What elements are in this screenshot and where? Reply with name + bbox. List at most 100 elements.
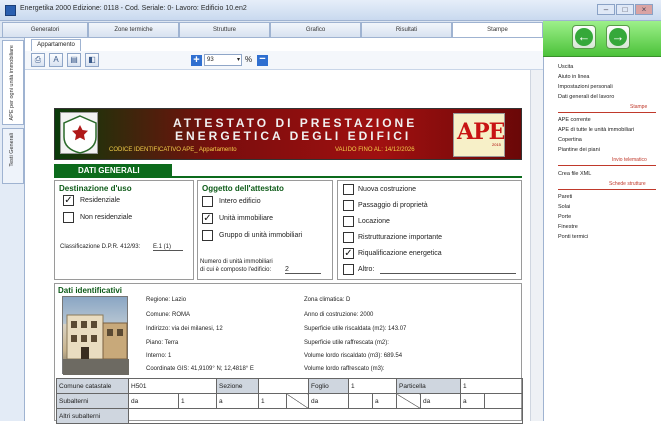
id-anno-costruzione: Anno di costruzione: 2000 — [304, 312, 374, 318]
residenziale-checkbox[interactable]: ✓ — [63, 195, 74, 206]
catasto-table: Comune catastale H501 Sezione Foglio 1 P… — [56, 378, 524, 424]
ristrutturazione-checkbox[interactable] — [343, 232, 354, 243]
particella-header: Particella — [396, 378, 462, 394]
vertical-scrollbar[interactable] — [530, 70, 543, 421]
title-bar: Energetika 2000 Edizione: 0118 - Cod. Se… — [0, 0, 661, 21]
unita-immobiliare-checkbox[interactable]: ✓ — [202, 213, 213, 224]
menu-finestre[interactable]: Finestre — [558, 224, 578, 230]
id-superficie-raffrescata: Superficie utile raffrescata (m2): — [304, 340, 389, 346]
foglio-value[interactable]: 1 — [348, 378, 398, 394]
emblem-logo — [60, 112, 98, 154]
menu-ponti-termici[interactable]: Ponti termici — [558, 234, 588, 240]
preview-icon[interactable]: ◧ — [85, 53, 99, 67]
classificazione-label: Classificazione D.P.R. 412/93: — [60, 244, 141, 250]
subalterni-a-label: a — [216, 393, 260, 409]
id-interno: Interno: 1 — [146, 353, 172, 359]
subalterni-a-label-2: a — [372, 393, 398, 409]
altro-label: Altro: — [358, 266, 375, 273]
particella-value[interactable]: 1 — [460, 378, 524, 394]
sezione-value[interactable] — [258, 378, 310, 394]
riqualificazione-label: Riqualificazione energetica — [358, 250, 442, 257]
arrow-left-icon: ← — [575, 28, 593, 46]
id-regione: Regione: Lazio — [146, 297, 187, 303]
oggetto-title: Oggetto dell'attestato — [202, 184, 284, 193]
header-title-line2: ENERGETICA DEGLI EDIFICI — [175, 129, 412, 143]
intero-edificio-checkbox[interactable] — [202, 196, 213, 207]
close-button[interactable]: × — [635, 4, 653, 15]
foglio-header: Foglio — [308, 378, 350, 394]
chevron-down-icon: ▾ — [236, 57, 240, 63]
menu-aiuto[interactable]: Aiuto in linea — [558, 74, 590, 80]
print-icon[interactable]: ⎙ — [31, 53, 45, 67]
altro-checkbox[interactable] — [343, 264, 354, 275]
menu-impostazioni[interactable]: Impostazioni personali — [558, 84, 613, 90]
building-photo — [62, 296, 129, 375]
non-residenziale-checkbox[interactable] — [63, 212, 74, 223]
export-icon[interactable]: ▤ — [67, 53, 81, 67]
classificazione-value[interactable]: E.1 (1) — [153, 244, 183, 251]
group-divider — [558, 112, 656, 113]
app-icon — [5, 5, 16, 16]
subalterni-da-label: da — [128, 393, 179, 409]
passaggio-proprieta-checkbox[interactable] — [343, 200, 354, 211]
oggetto-panel — [197, 180, 333, 280]
tab-grafico[interactable]: Grafico — [270, 22, 361, 37]
numero-unita-label-2: di cui è composto l'edificio: — [200, 267, 272, 273]
subalterni-da-label-2: da — [308, 393, 350, 409]
subalterni-header: Subalterni — [56, 393, 129, 409]
menu-piantine[interactable]: Piantine dei piani — [558, 147, 600, 153]
tab-risultati[interactable]: Risultati — [361, 22, 452, 37]
tab-stampe[interactable]: Stampe — [452, 22, 543, 37]
menu-ape-corrente[interactable]: APE corrente — [558, 117, 591, 123]
id-zona-climatica: Zona climatica: D — [304, 297, 351, 303]
group-divider — [558, 189, 656, 190]
vtab-ape-unita[interactable]: APE per ogni unità immobiliare — [2, 40, 24, 125]
forward-button[interactable]: → — [606, 25, 630, 49]
altri-subalterni-value[interactable] — [127, 408, 524, 424]
vtab-testi-generali[interactable]: Testi Generali — [2, 128, 24, 184]
maximize-button[interactable]: □ — [616, 4, 634, 15]
right-panel — [543, 21, 661, 421]
percent-label: % — [245, 55, 253, 64]
table-cell[interactable] — [484, 393, 524, 409]
table-row: Subalterni da 1 a 1 da a da a — [56, 393, 524, 409]
id-piano: Piano: Terra — [146, 340, 179, 346]
subtab-appartamento[interactable]: Appartamento — [31, 39, 81, 51]
gruppo-unita-checkbox[interactable] — [202, 230, 213, 241]
table-cell[interactable] — [348, 393, 374, 409]
numero-unita-value[interactable]: 2 — [285, 266, 321, 274]
subalterni-da-value[interactable]: 1 — [177, 393, 218, 409]
riqualificazione-checkbox[interactable]: ✓ — [343, 248, 354, 259]
id-volume-riscaldato: Volume lordo riscaldato (m3): 689.54 — [304, 353, 403, 359]
tab-zone-termiche[interactable]: Zone termiche — [88, 22, 179, 37]
back-button[interactable]: ← — [572, 25, 596, 49]
id-comune: Comune: ROMA — [146, 312, 191, 318]
table-cell — [396, 393, 422, 409]
tab-generatori[interactable]: Generatori — [2, 22, 88, 37]
menu-dati-generali[interactable]: Dati generali del lavoro — [558, 94, 614, 100]
menu-crea-xml[interactable]: Crea file XML — [558, 171, 591, 177]
passaggio-proprieta-label: Passaggio di proprietà — [358, 202, 428, 209]
pdf-icon[interactable]: A — [49, 53, 63, 67]
locazione-checkbox[interactable] — [343, 216, 354, 227]
subalterni-a-label-3: a — [460, 393, 486, 409]
comune-catastale-value[interactable]: H501 — [127, 378, 218, 394]
ape-logo-year: 2015 — [492, 142, 501, 147]
zoom-in-button[interactable]: + — [191, 55, 202, 66]
subalterni-a-value[interactable]: 1 — [258, 393, 288, 409]
menu-pareti[interactable]: Pareti — [558, 194, 572, 200]
zoom-select[interactable]: 93 ▾ — [204, 54, 242, 66]
nuova-costruzione-checkbox[interactable] — [343, 184, 354, 195]
ape-header: ATTESTATO DI PRESTAZIONE ENERGETICA DEGL… — [54, 108, 522, 160]
menu-uscita[interactable]: Uscita — [558, 64, 573, 70]
menu-ape-tutte[interactable]: APE di tutte le unità immobiliari — [558, 127, 634, 133]
numero-unita-label: Numero di unità immobiliari — [200, 259, 273, 265]
altro-field[interactable] — [380, 273, 516, 274]
zoom-out-button[interactable]: − — [257, 54, 268, 66]
tab-strutture[interactable]: Strutture — [179, 22, 270, 37]
menu-porte[interactable]: Porte — [558, 214, 571, 220]
minimize-button[interactable]: – — [597, 4, 615, 15]
menu-solai[interactable]: Solai — [558, 204, 570, 210]
motivazione-panel — [337, 180, 522, 280]
menu-copertina[interactable]: Copertina — [558, 137, 582, 143]
